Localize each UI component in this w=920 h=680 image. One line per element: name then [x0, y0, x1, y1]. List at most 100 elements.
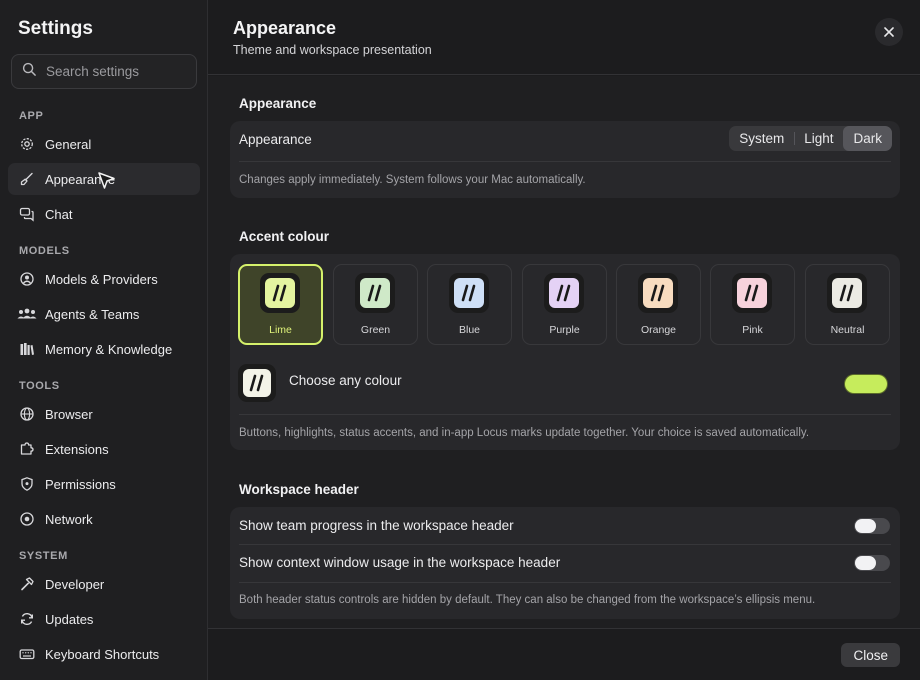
sidebar-item-developer[interactable]: Developer — [8, 568, 200, 600]
section-label-models: MODELS — [19, 245, 70, 257]
accent-hint: Buttons, highlights, status accents, and… — [239, 427, 810, 439]
swatch-lime[interactable]: Lime — [238, 264, 323, 345]
network-icon — [17, 509, 37, 529]
sidebar: Settings APP General Appearance Chat MOD… — [0, 0, 208, 680]
sidebar-title: Settings — [18, 18, 93, 39]
sidebar-item-updates[interactable]: Updates — [8, 603, 200, 635]
workspace-hint: Both header status controls are hidden b… — [239, 594, 816, 606]
sidebar-item-label: Agents & Teams — [45, 306, 140, 322]
refresh-icon — [17, 609, 37, 629]
swatch-label: Neutral — [830, 324, 865, 336]
header: Appearance Theme and workspace presentat… — [208, 0, 920, 75]
swatch-purple[interactable]: Purple — [522, 264, 607, 345]
globe-icon — [17, 404, 37, 424]
sidebar-item-label: Memory & Knowledge — [45, 341, 173, 357]
sidebar-item-label: Extensions — [45, 441, 109, 457]
people-icon — [17, 304, 37, 324]
search-box[interactable] — [11, 54, 197, 89]
sidebar-item-agents-teams[interactable]: Agents & Teams — [8, 298, 200, 330]
appearance-card: Appearance System Light Dark Changes app… — [230, 121, 900, 198]
page-title: Appearance — [233, 18, 337, 38]
footer: Close — [208, 628, 920, 680]
divider — [239, 582, 891, 583]
section-heading-accent: Accent colour — [239, 229, 330, 244]
locus-mark-icon — [355, 273, 395, 313]
swatch-label: Lime — [269, 324, 292, 336]
section-label-tools: TOOLS — [19, 380, 60, 392]
sidebar-item-label: Permissions — [45, 476, 116, 492]
sidebar-item-label: Models & Providers — [45, 271, 158, 287]
close-icon-button[interactable] — [875, 18, 903, 46]
chat-bubbles-icon — [17, 204, 37, 224]
sidebar-item-label: Updates — [45, 611, 94, 627]
search-icon — [22, 62, 37, 82]
locus-mark-icon — [238, 364, 276, 402]
sidebar-item-network[interactable]: Network — [8, 503, 200, 535]
divider — [239, 544, 891, 545]
sidebar-item-label: General — [45, 136, 92, 152]
accent-card: Lime Green Blue Purple Orange Pink Neutr… — [230, 254, 900, 450]
sidebar-item-label: Browser — [45, 406, 93, 422]
divider — [239, 161, 891, 162]
locus-mark-icon — [544, 273, 584, 313]
appearance-hint: Changes apply immediately. System follow… — [239, 174, 586, 186]
theme-option-system[interactable]: System — [729, 126, 794, 151]
theme-option-light[interactable]: Light — [794, 126, 843, 151]
sidebar-item-general[interactable]: General — [8, 128, 200, 160]
sidebar-item-keyboard-shortcuts[interactable]: Keyboard Shortcuts — [8, 638, 200, 670]
sidebar-item-memory-knowledge[interactable]: Memory & Knowledge — [8, 333, 200, 365]
user-circle-icon — [17, 269, 37, 289]
section-label-app: APP — [19, 110, 44, 122]
swatch-label: Purple — [549, 324, 580, 336]
locus-mark-icon — [732, 273, 772, 313]
choose-colour-label: Choose any colour — [289, 373, 402, 388]
sidebar-item-label: Developer — [45, 576, 105, 592]
close-button[interactable]: Close — [841, 643, 900, 667]
sidebar-item-label: Chat — [45, 206, 73, 222]
locus-mark-icon — [827, 273, 867, 313]
appearance-row-label: Appearance — [239, 132, 312, 147]
swatch-pink[interactable]: Pink — [710, 264, 795, 345]
swatch-label: Orange — [640, 324, 677, 336]
team-progress-label: Show team progress in the workspace head… — [239, 518, 514, 533]
theme-option-dark[interactable]: Dark — [843, 126, 892, 151]
settings-content[interactable]: Appearance Appearance System Light Dark … — [208, 76, 920, 628]
section-label-system: SYSTEM — [19, 550, 68, 562]
swatch-green[interactable]: Green — [333, 264, 418, 345]
workspace-card: Show team progress in the workspace head… — [230, 507, 900, 619]
team-progress-toggle[interactable] — [854, 518, 890, 534]
context-usage-label: Show context window usage in the workspa… — [239, 555, 561, 570]
swatch-label: Green — [360, 324, 391, 336]
keyboard-icon — [17, 644, 37, 664]
mouse-cursor-icon — [98, 172, 115, 189]
brush-icon — [17, 169, 37, 189]
swatch-label: Pink — [742, 324, 763, 336]
puzzle-icon — [17, 439, 37, 459]
shield-icon — [17, 474, 37, 494]
section-heading-workspace: Workspace header — [239, 482, 359, 497]
context-usage-toggle[interactable] — [854, 555, 890, 571]
search-input[interactable] — [46, 64, 186, 79]
sidebar-item-chat[interactable]: Chat — [8, 198, 200, 230]
locus-mark-icon — [449, 273, 489, 313]
swatch-label: Blue — [458, 324, 480, 336]
sidebar-item-label: Keyboard Shortcuts — [45, 646, 160, 662]
swatch-blue[interactable]: Blue — [427, 264, 512, 345]
section-heading-appearance: Appearance — [239, 96, 317, 111]
close-icon — [884, 27, 894, 37]
gear-icon — [17, 134, 37, 154]
custom-colour-picker[interactable] — [845, 375, 887, 393]
swatch-neutral[interactable]: Neutral — [805, 264, 890, 345]
locus-mark-icon — [638, 273, 678, 313]
locus-mark-icon — [260, 273, 300, 313]
sidebar-item-extensions[interactable]: Extensions — [8, 433, 200, 465]
hammer-icon — [17, 574, 37, 594]
sidebar-item-permissions[interactable]: Permissions — [8, 468, 200, 500]
sidebar-item-label: Network — [45, 511, 93, 527]
swatch-orange[interactable]: Orange — [616, 264, 701, 345]
theme-segmented-control[interactable]: System Light Dark — [729, 126, 892, 151]
books-icon — [17, 339, 37, 359]
divider — [239, 414, 891, 415]
sidebar-item-browser[interactable]: Browser — [8, 398, 200, 430]
sidebar-item-models-providers[interactable]: Models & Providers — [8, 263, 200, 295]
